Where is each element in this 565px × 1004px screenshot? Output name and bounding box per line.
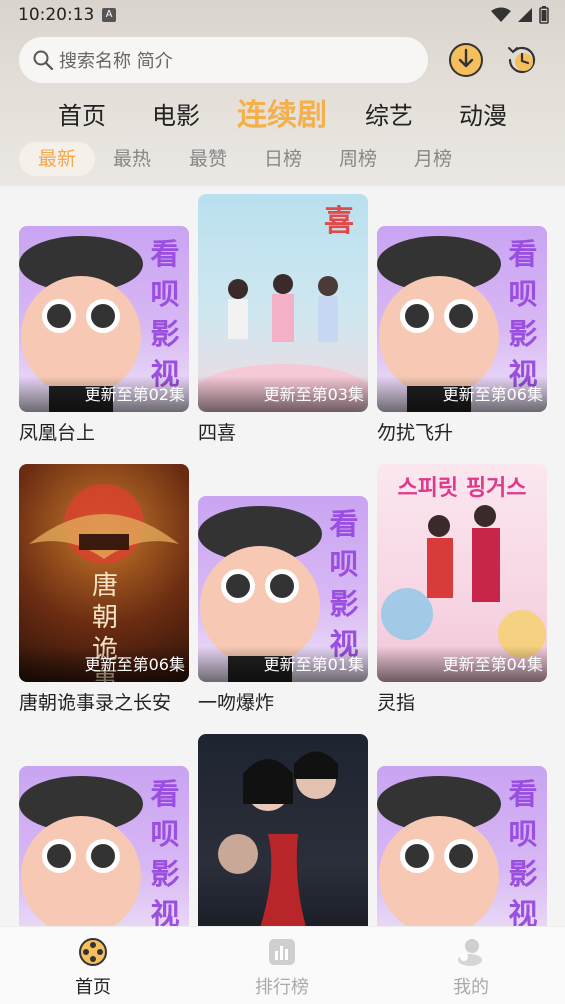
signal-icon bbox=[518, 8, 532, 22]
placeholder-watermark: 看呗影视 bbox=[508, 777, 538, 926]
nav-label: 首页 bbox=[75, 977, 111, 998]
notification-icon: A bbox=[102, 8, 116, 22]
series-grid: 看呗影视 更新至第02集 凤凰台上 喜 更新至第03集 四喜 看呗影视 更新至第… bbox=[0, 186, 565, 926]
poster-image: 스피릿 핑거스 更新至第04集 bbox=[377, 464, 547, 682]
profile-icon bbox=[458, 939, 482, 966]
status-icons bbox=[491, 6, 549, 24]
episode-badge: 更新至第04集 bbox=[377, 646, 547, 682]
poster-title-text: 스피릿 핑거스 bbox=[397, 476, 527, 501]
poster-placeholder: 看呗影视 更新至第01集 bbox=[198, 496, 368, 682]
status-time: 10:20:13 bbox=[18, 5, 95, 25]
bottom-navigation: 首页 排行榜 我的 bbox=[0, 926, 565, 1004]
poster-placeholder: 看呗影视 bbox=[19, 766, 189, 926]
search-icon bbox=[33, 50, 53, 70]
sort-tab-most-liked[interactable]: 最赞 bbox=[178, 142, 238, 176]
episode-badge: 更新至第03集 bbox=[198, 376, 368, 412]
search-placeholder: 搜索名称 简介 bbox=[59, 51, 173, 72]
sort-tab-monthly[interactable]: 月榜 bbox=[403, 142, 463, 176]
sort-tab-newest[interactable]: 最新 bbox=[19, 142, 95, 176]
top-header: 10:20:13 A 搜索名称 简介 首页 电影 连续剧 综艺 动漫 最新 最热… bbox=[0, 0, 565, 186]
series-title: 一吻爆炸 bbox=[198, 692, 275, 714]
episode-badge: 更新至第01集 bbox=[198, 646, 368, 682]
poster-placeholder: 看呗影视 更新至第06集 bbox=[377, 226, 547, 412]
nav-label: 我的 bbox=[453, 977, 489, 998]
tab-anime[interactable]: 动漫 bbox=[453, 92, 513, 140]
series-card[interactable]: 스피릿 핑거스 更新至第04集 灵指 bbox=[377, 456, 547, 716]
wifi-icon bbox=[491, 7, 511, 22]
poster-art bbox=[218, 751, 338, 926]
poster-title-char: 喜 bbox=[324, 204, 354, 239]
series-title: 灵指 bbox=[377, 692, 416, 714]
series-card[interactable]: 喜 更新至第03集 四喜 bbox=[198, 186, 368, 446]
series-card[interactable]: 看呗影视 更新至第02集 凤凰台上 bbox=[19, 186, 189, 446]
series-title: 四喜 bbox=[198, 422, 237, 444]
tab-series[interactable]: 连续剧 bbox=[229, 92, 335, 140]
history-icon[interactable] bbox=[503, 41, 541, 79]
placeholder-watermark: 看呗影视 bbox=[329, 507, 359, 661]
download-icon[interactable] bbox=[447, 41, 485, 79]
poster-image: 唐朝 诡事 更新至第06集 bbox=[19, 464, 189, 682]
sort-tab-daily[interactable]: 日榜 bbox=[253, 142, 313, 176]
poster-placeholder: 看呗影视 bbox=[377, 766, 547, 926]
tab-movies[interactable]: 电影 bbox=[146, 92, 206, 140]
poster-image: 喜 更新至第03集 bbox=[198, 194, 368, 412]
search-input[interactable]: 搜索名称 简介 bbox=[19, 37, 428, 83]
episode-badge: 更新至第06集 bbox=[377, 376, 547, 412]
series-card[interactable] bbox=[198, 726, 368, 926]
status-bar: 10:20:13 A bbox=[0, 0, 565, 32]
sort-tab-weekly[interactable]: 周榜 bbox=[328, 142, 388, 176]
category-tabs: 首页 电影 连续剧 综艺 动漫 bbox=[0, 92, 565, 140]
nav-ranking[interactable]: 排行榜 bbox=[222, 927, 342, 1004]
series-title: 凤凰台上 bbox=[19, 422, 96, 444]
nav-home[interactable]: 首页 bbox=[33, 927, 153, 1004]
series-card[interactable]: 看呗影视 bbox=[19, 726, 189, 926]
series-card[interactable]: 唐朝 诡事 更新至第06集 唐朝诡事录之长安 bbox=[19, 456, 189, 716]
placeholder-watermark: 看呗影视 bbox=[150, 237, 180, 391]
ranking-chart-icon bbox=[269, 939, 295, 965]
film-reel-icon bbox=[79, 938, 107, 966]
placeholder-watermark: 看呗影视 bbox=[508, 237, 538, 391]
tab-home[interactable]: 首页 bbox=[52, 92, 112, 140]
episode-badge: 更新至第06集 bbox=[19, 646, 189, 682]
sort-tabs: 最新 最热 最赞 日榜 周榜 月榜 bbox=[0, 142, 565, 178]
sort-tab-hottest[interactable]: 最热 bbox=[102, 142, 162, 176]
series-card[interactable]: 看呗影视 bbox=[377, 726, 547, 926]
tab-variety[interactable]: 综艺 bbox=[359, 92, 419, 140]
episode-badge: 更新至第02集 bbox=[19, 376, 189, 412]
poster-image bbox=[198, 734, 368, 926]
nav-label: 排行榜 bbox=[255, 977, 309, 998]
series-title: 唐朝诡事录之长安 bbox=[19, 692, 172, 714]
poster-placeholder: 看呗影视 更新至第02集 bbox=[19, 226, 189, 412]
battery-icon bbox=[539, 6, 549, 24]
series-card[interactable]: 看呗影视 更新至第06集 勿扰飞升 bbox=[377, 186, 547, 446]
nav-profile[interactable]: 我的 bbox=[411, 927, 531, 1004]
series-title: 勿扰飞升 bbox=[377, 422, 454, 444]
series-card[interactable]: 看呗影视 更新至第01集 一吻爆炸 bbox=[198, 456, 368, 716]
placeholder-watermark: 看呗影视 bbox=[150, 777, 180, 926]
